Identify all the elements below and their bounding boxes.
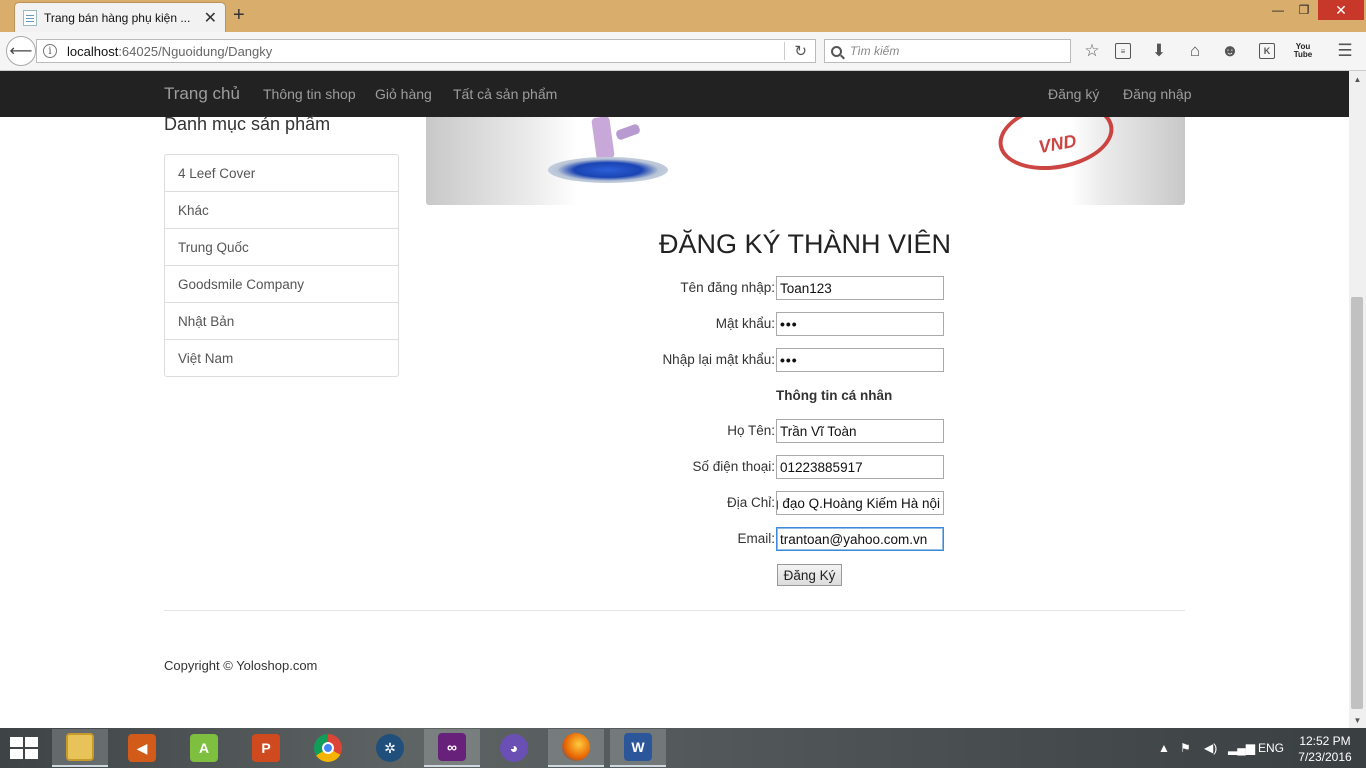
url-host: localhost — [67, 43, 119, 59]
password-row: Mật khẩu: ••• — [560, 312, 1000, 336]
category-item[interactable]: Khác — [165, 192, 398, 229]
address-label: Địa Chỉ: — [726, 495, 775, 510]
tree-app-icon[interactable]: ✲ — [362, 729, 418, 767]
nav-shop-info[interactable]: Thông tin shop — [263, 86, 356, 102]
page-icon — [23, 9, 37, 26]
browser-tab[interactable]: Trang bán hàng phụ kiện ... ✕ — [14, 2, 226, 32]
url-path: :64025/Nguoidung/Dangky — [118, 43, 273, 59]
nav-cart[interactable]: Giỏ hàng — [375, 86, 432, 102]
volume-icon[interactable]: ◀) — [1204, 728, 1217, 768]
fullname-field[interactable]: Trần Vĩ Toàn — [776, 419, 944, 443]
back-arrow-icon[interactable]: ⟵ — [6, 36, 36, 66]
chat-icon[interactable]: ☻ — [1219, 40, 1241, 62]
category-item[interactable]: Goodsmile Company — [165, 266, 398, 303]
k-extension-icon[interactable]: K — [1256, 40, 1278, 62]
email-field[interactable]: trantoan@yahoo.com.vn — [776, 527, 944, 551]
browser-titlebar: Trang bán hàng phụ kiện ... ✕ + — ❐ ✕ — [0, 0, 1366, 32]
page-title: ĐĂNG KÝ THÀNH VIÊN — [658, 229, 952, 259]
fullname-label: Họ Tên: — [727, 423, 775, 438]
email-label: Email: — [737, 531, 775, 546]
minimize-icon[interactable]: — — [1266, 0, 1290, 20]
tab-title: Trang bán hàng phụ kiện ... — [44, 10, 191, 25]
username-row: Tên đăng nhập: Toan123 — [560, 276, 1000, 300]
windows-taskbar: ◀ A P ✲ ∞ ◕ W ▲ ⚑ ◀) ▂▄▆ ENG 12:52 PM 7/… — [0, 728, 1366, 768]
stamp-text: VND — [1036, 130, 1078, 158]
bookmark-star-icon[interactable]: ☆ — [1081, 40, 1103, 62]
visual-studio-icon[interactable]: ∞ — [424, 729, 480, 767]
file-explorer-icon[interactable] — [52, 729, 108, 767]
nav-all-products[interactable]: Tất cả sản phẩm — [453, 86, 557, 102]
category-item[interactable]: 4 Leef Cover — [165, 155, 398, 192]
menu-icon[interactable]: ☰ — [1334, 40, 1356, 62]
personal-info-heading: Thông tin cá nhân — [776, 388, 893, 403]
youtube-icon[interactable]: You Tube — [1292, 40, 1314, 62]
cat-app-icon[interactable]: ◕ — [486, 729, 542, 767]
search-bar[interactable]: Tìm kiếm — [824, 39, 1071, 63]
figure-image — [615, 123, 641, 141]
chrome-icon[interactable] — [300, 729, 356, 767]
close-window-icon[interactable]: ✕ — [1318, 0, 1364, 20]
search-icon — [831, 45, 842, 57]
category-item[interactable]: Nhật Bản — [165, 303, 398, 340]
password-field[interactable]: ••• — [776, 312, 944, 336]
password-label: Mật khẩu: — [715, 316, 775, 331]
category-item[interactable]: Trung Quốc — [165, 229, 398, 266]
home-icon[interactable]: ⌂ — [1184, 40, 1206, 62]
figure-image — [591, 117, 615, 161]
windows-start-icon[interactable] — [10, 737, 38, 759]
search-placeholder: Tìm kiếm — [850, 44, 900, 58]
clock-date: 7/23/2016 — [1298, 750, 1352, 764]
copyright-text: Copyright © Yoloshop.com — [164, 658, 318, 673]
flag-icon[interactable]: ⚑ — [1180, 728, 1191, 768]
download-icon[interactable]: ⬇ — [1148, 40, 1170, 62]
address-row: Địa Chỉ: g đạo Q.Hoàng Kiếm Hà nội — [560, 491, 1000, 515]
price-stamp: VND — [993, 117, 1119, 179]
figure-stand — [548, 157, 668, 183]
nav-login[interactable]: Đăng nhập — [1123, 86, 1192, 102]
scroll-down-icon[interactable]: ▼ — [1349, 712, 1366, 728]
network-icon[interactable]: ▂▄▆ — [1228, 728, 1255, 768]
reading-list-icon[interactable]: ≡ — [1112, 40, 1134, 62]
system-clock[interactable]: 12:52 PM 7/23/2016 — [1290, 733, 1360, 765]
firefox-icon[interactable] — [548, 729, 604, 767]
restore-icon[interactable]: ❐ — [1292, 0, 1316, 20]
language-indicator[interactable]: ENG — [1258, 728, 1284, 768]
category-list: 4 Leef Cover Khác Trung Quốc Goodsmile C… — [164, 154, 399, 377]
word-icon[interactable]: W — [610, 729, 666, 767]
page-scrollbar[interactable]: ▲ ▼ — [1349, 71, 1366, 728]
confirm-password-label: Nhập lại mật khẩu: — [662, 352, 775, 367]
scroll-thumb[interactable] — [1351, 297, 1363, 709]
phone-row: Số điện thoại: 01223885917 — [560, 455, 1000, 479]
footer-divider — [164, 610, 1185, 611]
url-bar[interactable]: i localhost:64025/Nguoidung/Dangky ↻ — [36, 39, 816, 63]
brand-home-link[interactable]: Trang chủ — [164, 84, 240, 104]
register-button[interactable]: Đăng Ký — [777, 564, 842, 586]
powerpoint-icon[interactable]: P — [238, 729, 294, 767]
banner-image: VND — [426, 117, 1185, 205]
fullname-row: Họ Tên: Trần Vĩ Toàn — [560, 419, 1000, 443]
category-heading: Danh mục sản phẩm — [164, 114, 331, 134]
category-item[interactable]: Việt Nam — [165, 340, 398, 376]
android-studio-icon[interactable]: A — [176, 729, 232, 767]
phone-label: Số điện thoại: — [692, 459, 775, 474]
scroll-up-icon[interactable]: ▲ — [1349, 71, 1366, 87]
url-divider — [784, 42, 785, 60]
clock-time: 12:52 PM — [1299, 734, 1351, 748]
info-icon[interactable]: i — [43, 44, 57, 58]
email-row: Email: trantoan@yahoo.com.vn — [560, 527, 1000, 551]
close-tab-icon[interactable]: ✕ — [204, 8, 217, 28]
new-tab-icon[interactable]: + — [233, 4, 245, 27]
confirm-password-field[interactable]: ••• — [776, 348, 944, 372]
username-label: Tên đăng nhập: — [680, 280, 775, 295]
phone-field[interactable]: 01223885917 — [776, 455, 944, 479]
username-field[interactable]: Toan123 — [776, 276, 944, 300]
address-field[interactable]: g đạo Q.Hoàng Kiếm Hà nội — [776, 491, 944, 515]
page-viewport: Trang chủ Thông tin shop Giỏ hàng Tất cả… — [0, 71, 1349, 728]
nav-register[interactable]: Đăng ký — [1048, 86, 1099, 102]
confirm-password-row: Nhập lại mật khẩu: ••• — [560, 348, 1000, 372]
tray-chevron-icon[interactable]: ▲ — [1158, 728, 1170, 768]
reload-icon[interactable]: ↻ — [794, 42, 807, 60]
speaker-app-icon[interactable]: ◀ — [114, 729, 170, 767]
site-navbar: Trang chủ Thông tin shop Giỏ hàng Tất cả… — [0, 71, 1349, 117]
